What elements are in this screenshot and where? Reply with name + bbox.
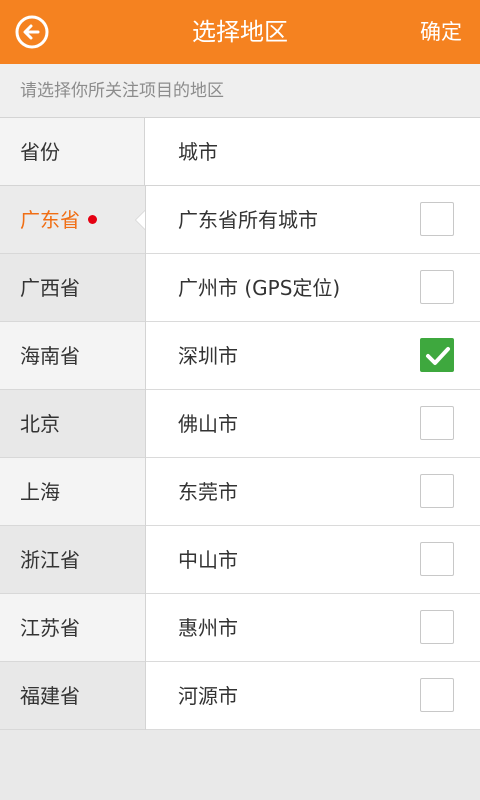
city-label: 佛山市 — [178, 412, 238, 436]
city-list: 广东省所有城市 广州市 (GPS定位) 深圳市 佛山市 东莞市 中山市 惠州市 … — [145, 186, 480, 730]
checkmark-icon — [426, 347, 450, 365]
province-item-fujian[interactable]: 福建省 — [0, 662, 145, 730]
city-checkbox[interactable] — [420, 270, 454, 304]
city-column-header: 城市 — [145, 118, 480, 186]
province-item-beijing[interactable]: 北京 — [0, 390, 145, 458]
city-checkbox[interactable] — [420, 406, 454, 440]
province-label: 广西省 — [20, 276, 80, 300]
province-item-guangxi[interactable]: 广西省 — [0, 254, 145, 322]
province-list: 广东省 广西省 海南省 北京 上海 浙江省 江苏省 福建省 — [0, 186, 145, 730]
city-checkbox[interactable] — [420, 202, 454, 236]
province-label: 江苏省 — [20, 616, 80, 640]
province-item-hainan[interactable]: 海南省 — [0, 322, 145, 390]
city-label: 深圳市 — [178, 344, 238, 368]
city-item[interactable]: 深圳市 — [146, 322, 480, 390]
province-label: 上海 — [20, 480, 60, 504]
province-label: 浙江省 — [20, 548, 80, 572]
province-label: 海南省 — [20, 344, 80, 368]
city-item[interactable]: 河源市 — [146, 662, 480, 730]
city-item[interactable]: 广东省所有城市 — [146, 186, 480, 254]
city-label: 广东省所有城市 — [178, 208, 318, 232]
selected-dot-icon — [88, 215, 97, 224]
city-checkbox[interactable] — [420, 474, 454, 508]
app-header: 选择地区 确定 — [0, 0, 480, 64]
city-label: 中山市 — [178, 548, 238, 572]
city-item[interactable]: 佛山市 — [146, 390, 480, 458]
city-label: 惠州市 — [178, 616, 238, 640]
page-title: 选择地区 — [192, 18, 288, 46]
province-label: 福建省 — [20, 684, 80, 708]
province-label: 广东省 — [20, 208, 80, 232]
province-label: 北京 — [20, 412, 60, 436]
city-item[interactable]: 广州市 (GPS定位) — [146, 254, 480, 322]
city-label: 广州市 (GPS定位) — [178, 276, 341, 300]
province-item-jiangsu[interactable]: 江苏省 — [0, 594, 145, 662]
city-label: 东莞市 — [178, 480, 238, 504]
hint-text: 请选择你所关注项目的地区 — [0, 64, 480, 118]
city-checkbox[interactable] — [420, 338, 454, 372]
city-checkbox[interactable] — [420, 678, 454, 712]
confirm-button[interactable]: 确定 — [420, 0, 462, 64]
city-label: 河源市 — [178, 684, 238, 708]
city-checkbox[interactable] — [420, 542, 454, 576]
city-item[interactable]: 中山市 — [146, 526, 480, 594]
city-checkbox[interactable] — [420, 610, 454, 644]
city-item[interactable]: 东莞市 — [146, 458, 480, 526]
province-item-guangdong[interactable]: 广东省 — [0, 186, 145, 254]
province-item-zhejiang[interactable]: 浙江省 — [0, 526, 145, 594]
province-item-shanghai[interactable]: 上海 — [0, 458, 145, 526]
city-item[interactable]: 惠州市 — [146, 594, 480, 662]
province-column-header: 省份 — [0, 118, 145, 186]
